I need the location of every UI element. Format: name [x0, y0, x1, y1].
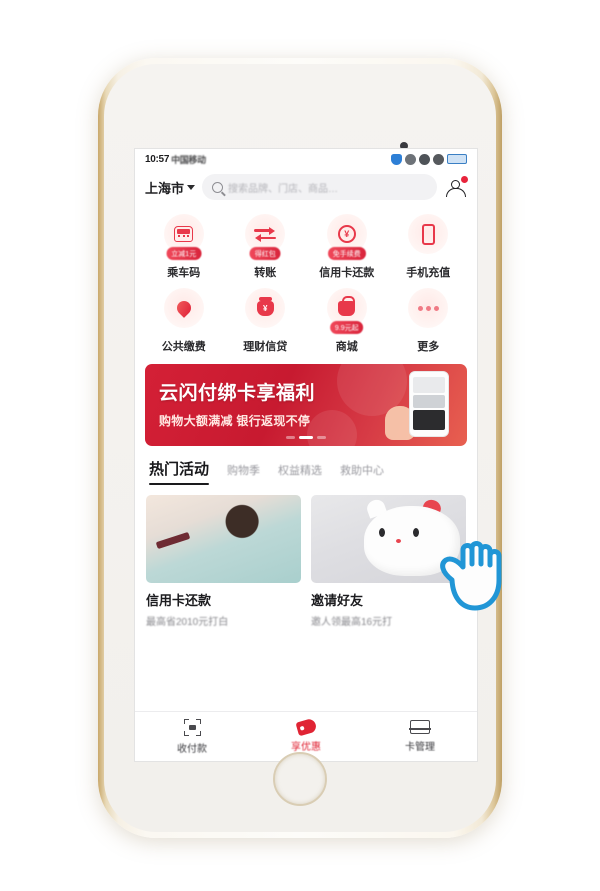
phone-screen: 10:57 中国移动 上海市 搜索品牌、门店、商品… 立减1元 乘车码 得红包 … [134, 148, 478, 762]
cloud-icon [405, 153, 416, 165]
activity-card[interactable]: 信用卡还款 最高省2010元打白 [146, 495, 301, 628]
nav-item-coupons[interactable]: 享优惠 [249, 717, 363, 753]
shield-icon [391, 153, 402, 165]
quick-action-bus[interactable]: 立减1元 乘车码 [143, 214, 225, 280]
promo-banner[interactable]: 云闪付绑卡享福利 购物大额满减 银行返现不停 [145, 364, 467, 446]
alarm-icon [433, 153, 444, 165]
phone-device: 10:57 中国移动 上海市 搜索品牌、门店、商品… 立减1元 乘车码 得红包 … [98, 58, 502, 838]
lucky-cat-photo [311, 495, 466, 583]
status-bar-right [391, 153, 467, 165]
nav-label-active: 享优惠 [291, 742, 321, 753]
home-button[interactable] [273, 752, 327, 806]
more-dots-icon [408, 288, 449, 328]
search-input[interactable]: 搜索品牌、门店、商品… [202, 174, 437, 200]
quick-action-label: 公共缴费 [161, 341, 206, 353]
city-label: 上海市 [145, 180, 185, 196]
tab-help-center[interactable]: 救助中心 [340, 462, 384, 485]
quick-action-label: 转账 [254, 267, 277, 279]
status-bar-left: 10:57 中国移动 [145, 153, 206, 166]
activity-card-list: 信用卡还款 最高省2010元打白 邀请好友 邀人领最高16元打 [135, 485, 477, 628]
quick-action-badge: 得红包 [249, 247, 281, 260]
tab-benefits[interactable]: 权益精选 [278, 462, 322, 485]
phone-mockup-icon [409, 371, 449, 437]
nav-item-pay[interactable]: 收付款 [135, 718, 249, 755]
banner-dot[interactable] [286, 436, 295, 439]
banner-pagination-dots[interactable] [286, 436, 326, 439]
card-title: 信用卡还款 [146, 593, 212, 608]
header-search-row: 上海市 搜索品牌、门店、商品… [135, 169, 477, 208]
banner-dot-active[interactable] [299, 436, 313, 439]
banner-subtitle: 购物大额满减 银行返现不停 [159, 414, 311, 428]
banner-title: 云闪付绑卡享福利 [159, 383, 316, 404]
quick-action-more[interactable]: 更多 [388, 288, 470, 354]
banner-text-block: 云闪付绑卡享福利 购物大额满减 银行返现不停 [159, 378, 315, 429]
card-subtitle: 最高省2010元打白 [146, 617, 229, 628]
city-selector[interactable]: 上海市 [145, 178, 196, 197]
quick-action-label: 更多 [417, 341, 440, 353]
water-drop-icon [163, 288, 204, 328]
search-placeholder: 搜索品牌、门店、商品… [228, 183, 339, 195]
coupon-tag-icon [294, 717, 318, 737]
quick-action-badge: 立减1元 [166, 247, 202, 260]
quick-action-label: 乘车码 [167, 267, 201, 279]
status-carrier: 中国移动 [171, 154, 206, 165]
card-subtitle: 邀人领最高16元打 [311, 617, 393, 628]
phone-body: 10:57 中国移动 上海市 搜索品牌、门店、商品… 立减1元 乘车码 得红包 … [104, 64, 496, 832]
quick-action-utilities[interactable]: 公共缴费 [143, 288, 225, 354]
quick-action-label: 信用卡还款 [319, 267, 375, 279]
quick-action-label: 理财信贷 [243, 341, 288, 353]
tab-shopping-season[interactable]: 购物季 [227, 462, 260, 485]
scan-pay-icon [183, 718, 201, 736]
tab-hot-activities[interactable]: 热门活动 [149, 458, 210, 485]
banner-dot[interactable] [317, 436, 326, 439]
avatar-notification-badge [461, 176, 468, 183]
money-purse-icon [245, 288, 286, 328]
status-time: 10:57 [145, 153, 170, 165]
quick-action-badge: 9.9元起 [329, 321, 364, 334]
quick-action-grid: 立减1元 乘车码 得红包 转账 ¥ 免手续费 信用卡还款 手机充值 公共缴费 ¥… [135, 208, 477, 362]
bank-cards-icon [409, 720, 431, 734]
search-icon [212, 181, 224, 193]
user-avatar-icon[interactable] [444, 175, 468, 199]
mobile-phone-icon [408, 214, 449, 254]
quick-action-badge: 免手续费 [327, 247, 366, 260]
chevron-down-icon [187, 184, 196, 190]
nav-label: 卡管理 [405, 742, 435, 753]
nav-item-card-manage[interactable]: 卡管理 [363, 720, 477, 753]
quick-action-finance[interactable]: 理财信贷 [225, 288, 307, 354]
card-title: 邀请好友 [311, 593, 364, 608]
status-bar: 10:57 中国移动 [135, 149, 477, 169]
quick-action-credit-repay[interactable]: ¥ 免手续费 信用卡还款 [306, 214, 388, 280]
quick-action-transfer[interactable]: 得红包 转账 [225, 214, 307, 280]
man-holding-card-photo [146, 495, 301, 583]
nav-label: 收付款 [177, 743, 207, 755]
battery-icon [447, 154, 467, 164]
eye-icon [419, 153, 430, 165]
content-tabs: 热门活动 购物季 权益精选 救助中心 [135, 446, 477, 485]
activity-card[interactable]: 邀请好友 邀人领最高16元打 [311, 495, 466, 628]
quick-action-label: 商城 [335, 341, 358, 353]
quick-action-mall[interactable]: 9.9元起 商城 [306, 288, 388, 354]
quick-action-label: 手机充值 [406, 267, 451, 279]
quick-action-mobile-topup[interactable]: 手机充值 [388, 214, 470, 280]
avatar-body [446, 188, 466, 197]
